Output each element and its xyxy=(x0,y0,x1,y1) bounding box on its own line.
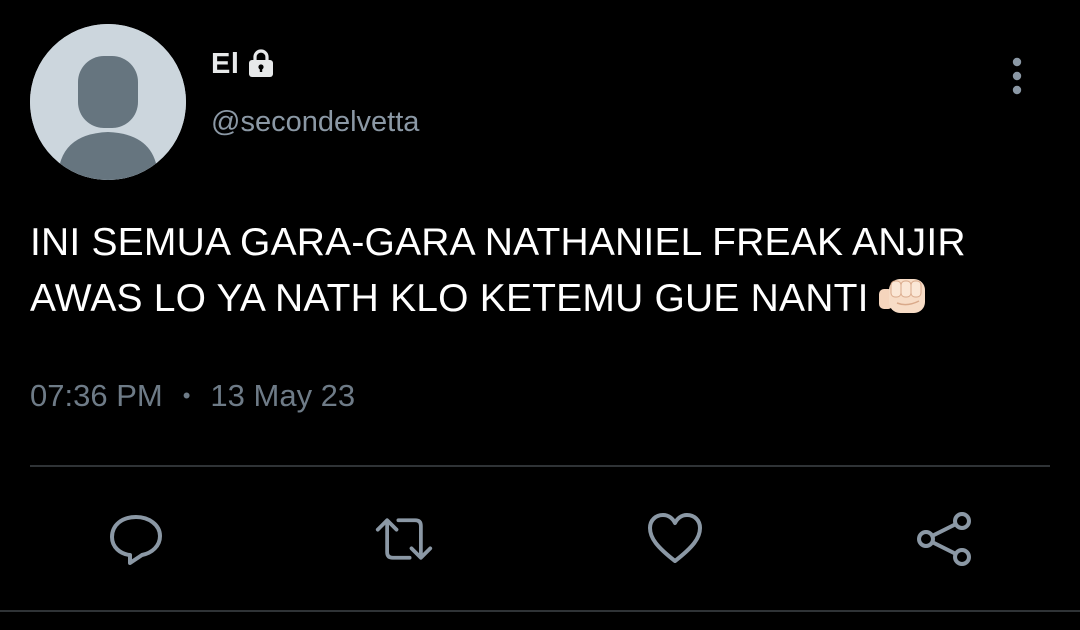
author-name-row[interactable]: El xyxy=(211,44,277,84)
lock-icon xyxy=(245,48,277,80)
more-options-icon[interactable] xyxy=(1000,54,1034,98)
default-avatar-icon xyxy=(30,24,186,180)
like-button[interactable] xyxy=(645,509,705,569)
reply-button[interactable] xyxy=(106,509,166,569)
reply-icon xyxy=(110,515,162,565)
display-name[interactable]: El xyxy=(211,48,239,81)
tweet-text: INI SEMUA GARA-GARA NATHANIEL FREAK ANJI… xyxy=(30,215,1040,335)
retweet-button[interactable] xyxy=(374,509,434,569)
tweet-card: El @secondelvetta INI SEMUA GARA-GARA NA… xyxy=(0,0,1080,630)
share-button[interactable] xyxy=(914,509,974,569)
oncoming-fist-emoji-icon xyxy=(877,273,929,335)
meta-separator: • xyxy=(182,383,191,408)
avatar[interactable] xyxy=(30,24,186,180)
retweet-icon xyxy=(375,518,433,560)
share-icon xyxy=(917,512,971,566)
tweet-line-text: AWAS LO YA NATH KLO KETEMU GUE NANTI xyxy=(30,277,869,320)
tweet-line: AWAS LO YA NATH KLO KETEMU GUE NANTI xyxy=(30,271,1040,335)
tweet-timestamp[interactable]: 07:36 PM • 13 May 23 xyxy=(30,378,355,414)
divider xyxy=(30,465,1050,467)
bottom-divider xyxy=(0,610,1080,612)
heart-icon xyxy=(648,513,702,563)
tweet-date: 13 May 23 xyxy=(210,378,356,413)
tweet-line: INI SEMUA GARA-GARA NATHANIEL FREAK ANJI… xyxy=(30,221,966,264)
author-handle[interactable]: @secondelvetta xyxy=(211,106,419,139)
tweet-time: 07:36 PM xyxy=(30,378,163,413)
